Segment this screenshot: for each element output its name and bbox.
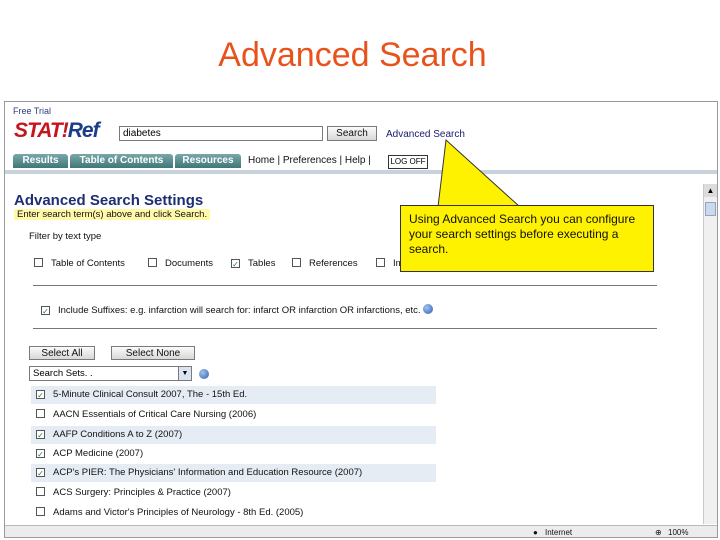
callout-note: Using Advanced Search you can configure …: [400, 205, 654, 272]
